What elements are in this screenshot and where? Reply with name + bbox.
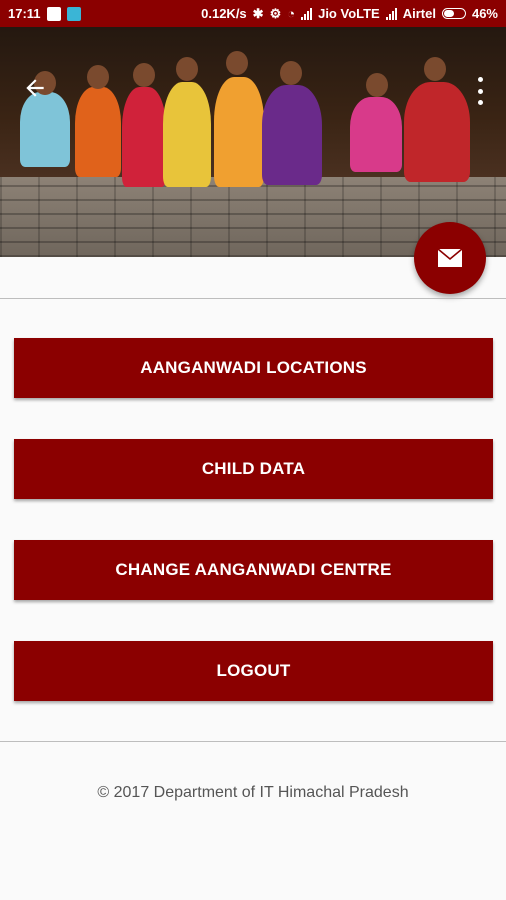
- battery-level: 46%: [471, 6, 498, 21]
- carrier-2: Airtel: [402, 6, 436, 21]
- aanganwadi-locations-button[interactable]: AANGANWADI LOCATIONS: [14, 338, 493, 398]
- mail-icon: [437, 248, 463, 267]
- footer-copyright: © 2017 Department of IT Himachal Pradesh: [97, 784, 409, 801]
- change-centre-button[interactable]: CHANGE AANGANWADI CENTRE: [14, 540, 493, 600]
- header-photo: [0, 27, 506, 257]
- back-arrow-icon[interactable]: [22, 75, 52, 105]
- app-notification-icon: [66, 6, 81, 21]
- logout-button[interactable]: LOGOUT: [14, 641, 493, 701]
- vibrate-icon: ⚙: [269, 5, 282, 21]
- top-divider: [0, 298, 506, 299]
- bluetooth-icon: ✱: [252, 5, 264, 21]
- bottom-divider: [0, 741, 506, 742]
- network-speed: 0.12K/s: [201, 6, 247, 21]
- child-data-button[interactable]: CHILD DATA: [14, 439, 493, 499]
- carrier-1: Jio VoLTE: [318, 6, 380, 21]
- status-bar: 17:11 0.12K/s ✱ ⚙ ◔ Jio VoLTE Airtel 46%: [0, 0, 506, 27]
- signal-icon: [301, 7, 313, 20]
- notification-icon: [46, 6, 61, 21]
- wifi-icon: ◔: [287, 6, 296, 21]
- mail-fab-button[interactable]: [414, 222, 486, 294]
- battery-icon: [441, 8, 466, 19]
- status-time: 17:11: [8, 6, 41, 21]
- more-vert-icon[interactable]: [472, 77, 488, 105]
- signal-icon-2: [385, 7, 397, 20]
